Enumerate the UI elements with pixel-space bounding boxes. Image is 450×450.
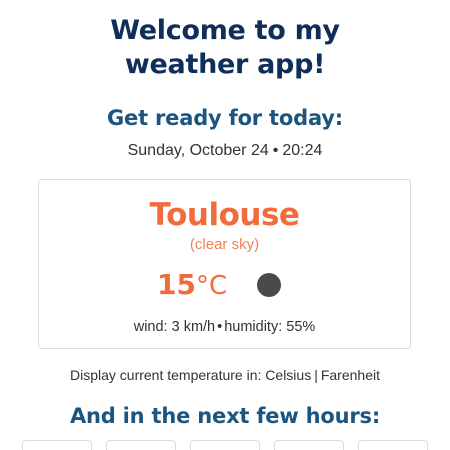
forecast-card bbox=[22, 440, 92, 450]
clear-night-icon bbox=[257, 273, 281, 297]
app-title: Welcome to my weather app! bbox=[0, 14, 450, 82]
current-time: 20:24 bbox=[282, 142, 323, 159]
current-weather-card: Toulouse (clear sky) 15°C wind: 3 km/h • h… bbox=[38, 179, 411, 349]
temperature-row: 15°C bbox=[39, 266, 410, 306]
today-heading: Get ready for today: bbox=[107, 106, 343, 130]
unit-toggle-prefix: Display current temperature in: bbox=[69, 367, 262, 383]
forecast-card bbox=[190, 440, 260, 450]
forecast-card bbox=[358, 440, 428, 450]
temperature-value: 15 bbox=[157, 268, 196, 301]
weather-details: wind: 3 km/h • humidity: 55% bbox=[39, 318, 410, 336]
humidity: humidity: 55% bbox=[224, 319, 316, 335]
date-separator: • bbox=[272, 142, 279, 159]
forecast-heading: And in the next few hours: bbox=[69, 404, 381, 428]
unit-toggle: Display current temperature in: Celsius |… bbox=[0, 366, 450, 384]
wind-speed: wind: 3 km/h bbox=[133, 319, 216, 335]
app-title-line2: weather app! bbox=[124, 49, 326, 80]
unit-separator: | bbox=[314, 367, 318, 383]
weather-app-page: Welcome to my weather app! Get ready for… bbox=[0, 0, 450, 450]
forecast-card bbox=[106, 440, 176, 450]
weather-condition: (clear sky) bbox=[189, 236, 260, 253]
city-name: Toulouse bbox=[149, 197, 300, 233]
current-date: Sunday, October 24 bbox=[127, 142, 269, 159]
celsius-link[interactable]: Celsius bbox=[265, 367, 311, 383]
forecast-card bbox=[274, 440, 344, 450]
app-title-line1: Welcome to my bbox=[110, 15, 340, 46]
current-date-time: Sunday, October 24 • 20:24 bbox=[0, 141, 450, 161]
fahrenheit-link[interactable]: Farenheit bbox=[321, 367, 380, 383]
details-separator: • bbox=[217, 319, 223, 335]
temperature-unit: °C bbox=[195, 271, 228, 301]
current-temperature: 15°C bbox=[157, 266, 227, 305]
